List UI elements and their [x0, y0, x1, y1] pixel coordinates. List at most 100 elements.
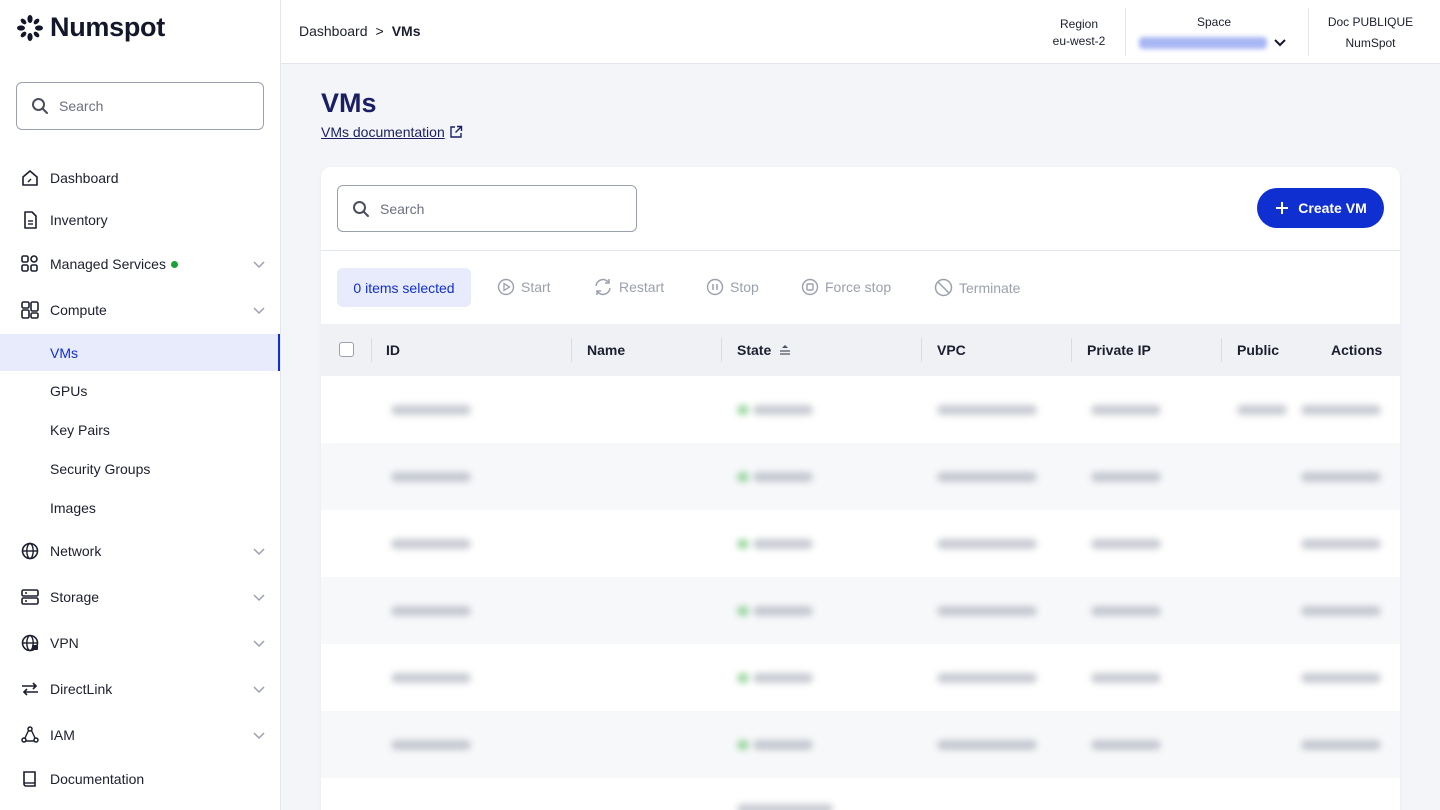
sidebar-item-storage[interactable]: Storage [0, 577, 280, 617]
redacted-vpc [937, 673, 1037, 683]
table-row[interactable] [321, 644, 1400, 711]
redacted-actions [1301, 606, 1381, 616]
iam-icon [20, 725, 40, 745]
sort-ascending-icon[interactable] [779, 344, 791, 356]
sidebar-item-directlink[interactable]: DirectLink [0, 669, 280, 709]
table-row[interactable] [321, 376, 1400, 443]
state-indicator [737, 405, 749, 415]
redacted-id [391, 472, 471, 482]
selection-count-label: 0 items selected [353, 279, 455, 296]
region-selector[interactable]: Region eu-west-2 [1044, 16, 1114, 50]
force-stop-button[interactable]: Force stop [801, 278, 891, 296]
sidebar-item-label: Managed Services [50, 256, 166, 272]
table-row[interactable] [321, 443, 1400, 510]
stop-label: Stop [730, 279, 759, 295]
restart-button[interactable]: Restart [593, 278, 664, 296]
sidebar-subitem-key-pairs[interactable]: Key Pairs [0, 411, 280, 448]
topbar: Dashboard > VMs Region eu-west-2 Space D… [281, 0, 1440, 64]
sidebar-subitem-label: Key Pairs [50, 421, 110, 438]
sidebar-item-label: Storage [50, 589, 100, 605]
column-header-name[interactable]: Name [587, 342, 625, 358]
page-title: VMs [321, 88, 377, 118]
table-header: ID Name State VPC Private IP Public Acti… [321, 324, 1400, 376]
stop-button[interactable]: Stop [706, 278, 759, 296]
sidebar-item-network[interactable]: Network [0, 531, 280, 571]
sidebar-subitem-label: GPUs [50, 382, 88, 399]
sidebar-subitem-vms[interactable]: VMs [0, 334, 280, 371]
sidebar-subitem-images[interactable]: Images [0, 489, 280, 526]
state-indicator [737, 539, 749, 549]
terminate-label: Terminate [959, 279, 1021, 296]
chevron-down-icon [253, 686, 265, 694]
column-header-actions: Actions [1331, 342, 1383, 358]
storage-icon [20, 587, 40, 607]
sidebar-item-label: Network [50, 543, 102, 559]
breadcrumb-dashboard-link[interactable]: Dashboard [299, 23, 368, 39]
play-icon [497, 278, 515, 296]
table-row[interactable] [321, 510, 1400, 577]
sidebar-subitem-security-groups[interactable]: Security Groups [0, 450, 280, 487]
sidebar-item-documentation[interactable]: Documentation [0, 759, 280, 799]
redacted-id [391, 740, 471, 750]
plus-icon [1276, 202, 1289, 214]
region-value: eu-west-2 [1052, 34, 1106, 48]
sidebar-item-managed-services[interactable]: Managed Services [0, 244, 280, 284]
sidebar-subitem-gpus[interactable]: GPUs [0, 372, 280, 409]
sidebar-item-label: VPN [50, 635, 79, 651]
table-row[interactable] [321, 577, 1400, 644]
chevron-down-icon [253, 548, 265, 556]
column-divider [571, 338, 572, 362]
column-divider [921, 338, 922, 362]
doc-link-label: VMs documentation [321, 124, 445, 140]
select-all-checkbox[interactable] [339, 342, 354, 357]
redacted-state [737, 804, 833, 810]
create-vm-button[interactable]: Create VM [1257, 188, 1384, 228]
table-row[interactable] [321, 778, 1400, 810]
column-divider [1071, 338, 1072, 362]
sidebar-item-iam[interactable]: IAM [0, 715, 280, 755]
column-divider [1221, 338, 1222, 362]
state-indicator [737, 673, 749, 683]
directlink-icon [20, 679, 40, 699]
selection-count-badge: 0 items selected [337, 268, 471, 307]
column-header-public[interactable]: Public [1237, 342, 1279, 358]
column-header-private-ip[interactable]: Private IP [1087, 342, 1151, 358]
column-header-id[interactable]: ID [386, 342, 400, 358]
table-row[interactable] [321, 711, 1400, 778]
start-label: Start [521, 279, 551, 295]
divider [321, 250, 1400, 251]
sidebar-item-compute[interactable]: Compute [0, 290, 280, 330]
sidebar-item-dashboard[interactable]: Dashboard [0, 158, 280, 198]
sidebar-item-vpn[interactable]: VPN [0, 623, 280, 663]
vpn-globe-icon [20, 633, 40, 653]
start-button[interactable]: Start [497, 278, 551, 296]
column-divider [371, 338, 372, 362]
redacted-vpc [937, 740, 1037, 750]
sidebar-search-input[interactable]: Search [16, 82, 264, 130]
status-dot [170, 260, 178, 268]
redacted-vpc [937, 405, 1037, 415]
space-selector[interactable]: Space [1139, 14, 1289, 50]
chevron-up-icon [253, 307, 265, 315]
sidebar-item-inventory[interactable]: Inventory [0, 200, 280, 240]
vms-documentation-link[interactable]: VMs documentation [321, 124, 463, 140]
column-header-state[interactable]: State [737, 342, 771, 358]
org-selector[interactable]: Doc PUBLIQUE NumSpot [1321, 14, 1420, 52]
external-link-icon [450, 125, 462, 138]
column-divider [721, 338, 722, 362]
services-icon [20, 254, 40, 274]
redacted-public-ip [1237, 405, 1287, 415]
sidebar-item-label: Documentation [50, 771, 145, 787]
terminate-button[interactable]: Terminate [934, 278, 1020, 297]
redacted-private-ip [1091, 673, 1161, 683]
chevron-down-icon [253, 594, 265, 602]
redacted-private-ip [1091, 740, 1161, 750]
org-value: NumSpot [1345, 36, 1396, 50]
force-stop-label: Force stop [825, 279, 892, 295]
numspot-logo[interactable]: Numspot [16, 12, 165, 43]
state-indicator [737, 606, 749, 616]
redacted-state [753, 606, 813, 616]
redacted-id [391, 405, 471, 415]
column-header-vpc[interactable]: VPC [937, 342, 966, 358]
vm-search-input[interactable]: Search [337, 185, 637, 232]
